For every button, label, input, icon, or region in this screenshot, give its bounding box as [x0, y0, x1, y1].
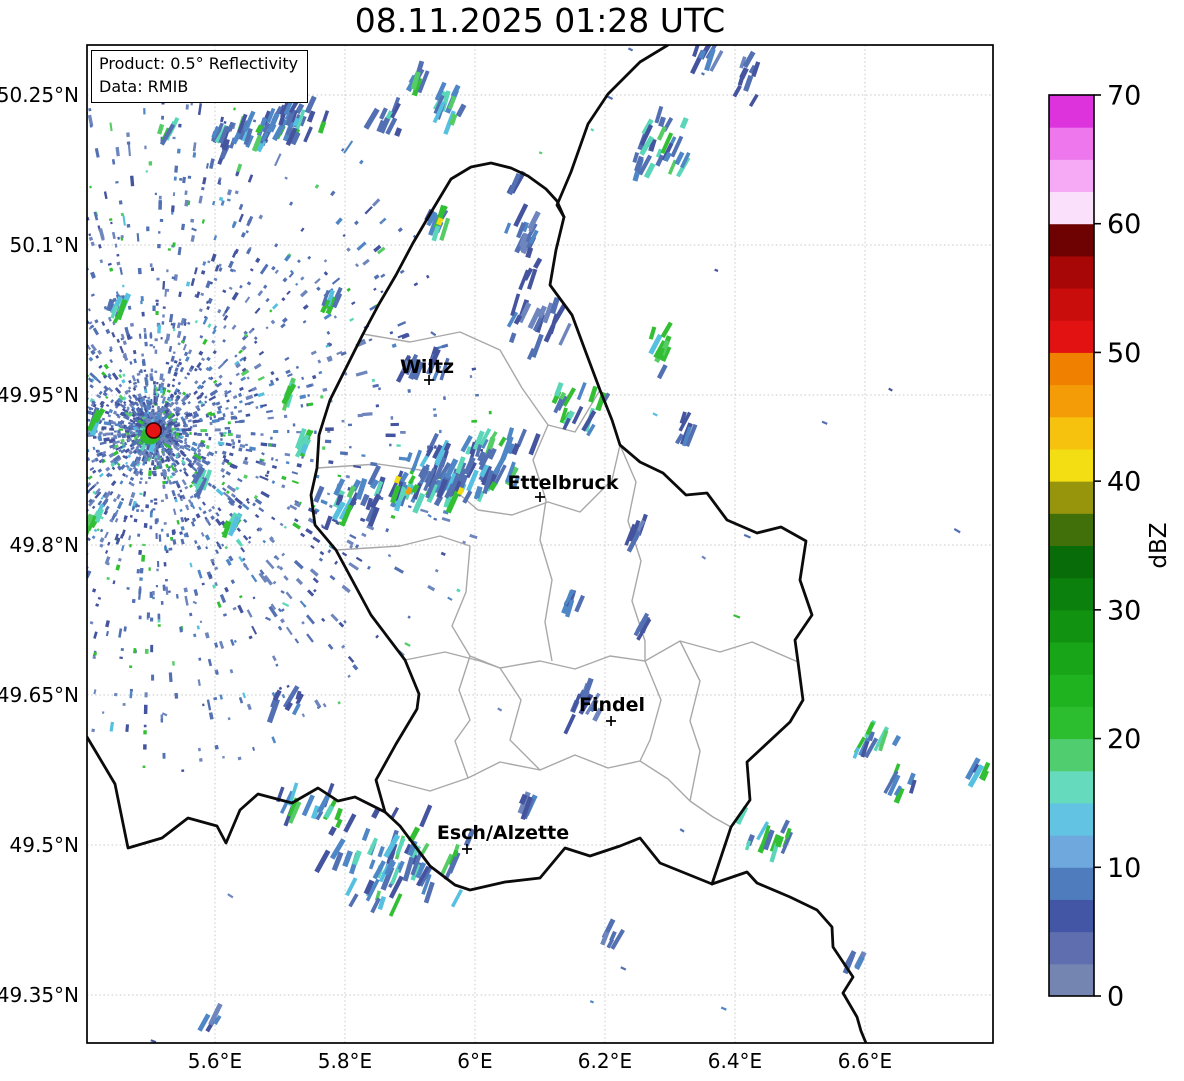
radar-map-plot: Wiltz Ettelbruck Findel Esch/Alzette 50.25°N… [0, 44, 1172, 1073]
colorbar-band [1049, 481, 1094, 514]
colorbar-band [1049, 899, 1094, 933]
colorbar-unit-label: dBZ [1146, 522, 1172, 568]
colorbar-band [1049, 642, 1094, 675]
colorbar-band [1049, 255, 1094, 289]
colorbar: 0 10 20 30 40 50 60 70 dBZ [1048, 81, 1172, 1013]
colorbar-band [1049, 738, 1094, 772]
lat-tick-label: 49.8°N [10, 533, 80, 557]
colorbar-band [1049, 288, 1094, 321]
colorbar-band [1049, 416, 1094, 450]
colorbar-band [1049, 609, 1094, 643]
lon-tick-label: 5.8°E [318, 1049, 372, 1073]
colorbar-band [1049, 384, 1094, 418]
colorbar-tick-label: 70 [1107, 81, 1141, 112]
city-label-ettelbruck: Ettelbruck [508, 472, 619, 494]
colorbar-band [1049, 191, 1094, 225]
colorbar-tick-label: 10 [1107, 853, 1141, 884]
colorbar-band [1049, 545, 1094, 579]
lat-tick-label: 50.25°N [0, 83, 79, 107]
colorbar-tick-label: 50 [1107, 338, 1141, 369]
lon-tick-label: 6.6°E [838, 1049, 892, 1073]
product-line: Product: 0.5° Reflectivity [99, 54, 299, 73]
city-label-wiltz: Wiltz [400, 356, 454, 378]
colorbar-tick-label: 30 [1107, 595, 1141, 626]
lat-tick-label: 49.65°N [0, 683, 79, 707]
colorbar-band [1049, 223, 1094, 257]
lon-tick-label: 6°E [457, 1049, 492, 1073]
colorbar-band [1049, 931, 1094, 965]
colorbar-tick-label: 0 [1107, 982, 1124, 1013]
colorbar-band [1049, 867, 1094, 900]
colorbar-band [1049, 95, 1094, 128]
city-label-esch-alzette: Esch/Alzette [437, 822, 569, 844]
lat-tick-label: 49.35°N [0, 983, 79, 1007]
figure-title: 08.11.2025 01:28 UTC [354, 1, 726, 40]
colorbar-band [1049, 127, 1094, 160]
colorbar-band [1049, 706, 1094, 740]
colorbar-band [1049, 770, 1094, 804]
city-label-findel: Findel [579, 694, 645, 716]
lon-tick-label: 5.6°E [188, 1049, 242, 1073]
radar-site-dot [145, 422, 162, 439]
colorbar-band [1049, 835, 1094, 868]
colorbar-tick-label: 60 [1107, 209, 1141, 240]
lat-tick-label: 49.95°N [0, 383, 79, 407]
lon-tick-label: 6.4°E [708, 1049, 762, 1073]
colorbar-band [1049, 674, 1094, 707]
colorbar-tick-label: 20 [1107, 724, 1141, 755]
colorbar-band [1049, 513, 1094, 546]
lon-tick-label: 6.2°E [578, 1049, 632, 1073]
lat-tick-label: 49.5°N [10, 833, 80, 857]
colorbar-band [1049, 159, 1094, 193]
lat-tick-label: 50.1°N [10, 233, 80, 257]
colorbar-band [1049, 577, 1094, 611]
colorbar-band [1049, 963, 1094, 997]
product-info-box: Product: 0.5° Reflectivity Data: RMIB [91, 50, 309, 104]
colorbar-tick-label: 40 [1107, 467, 1141, 498]
colorbar-band [1049, 352, 1094, 386]
colorbar-band [1049, 802, 1094, 836]
data-source-line: Data: RMIB [99, 76, 189, 96]
radar-figure: Wiltz Ettelbruck Findel Esch/Alzette 50.25°N… [0, 0, 1184, 1081]
colorbar-band [1049, 448, 1094, 482]
colorbar-band [1049, 320, 1094, 353]
